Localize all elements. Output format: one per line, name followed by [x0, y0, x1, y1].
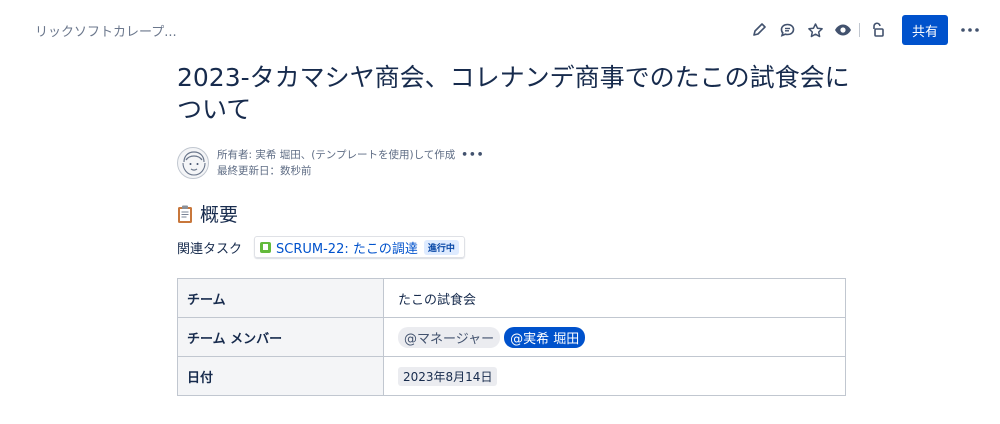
- mention-manager[interactable]: @マネージャー: [398, 326, 501, 348]
- breadcrumb[interactable]: リックソフトカレープ...: [35, 21, 177, 40]
- byline-more-icon[interactable]: •••: [461, 147, 484, 163]
- table-value-cell: 2023年8月14日: [383, 356, 846, 396]
- info-table: チーム たこの試食会 チーム メンバー @マネージャー @実希 堀田 日付 202…: [177, 278, 846, 396]
- share-button[interactable]: 共有: [902, 15, 948, 45]
- table-header-cell: チーム: [177, 278, 384, 318]
- related-task-label: 関連タスク: [177, 241, 243, 257]
- page-byline: 所有者: 実希 堀田、(テンプレートを使用)して作成 ••• 最終更新日：数秒前: [177, 147, 484, 179]
- page-toolbar: 共有: [745, 15, 982, 45]
- last-updated: 最終更新日：数秒前: [217, 165, 312, 177]
- table-value-cell: たこの試食会: [383, 278, 846, 318]
- mention-self[interactable]: @実希 堀田: [504, 326, 586, 348]
- avatar[interactable]: [177, 147, 209, 179]
- restrictions-icon[interactable]: [864, 16, 892, 44]
- table-header-cell: チーム メンバー: [177, 317, 384, 357]
- related-task: 関連タスク SCRUM-22: たこの調達 進行中: [177, 236, 465, 258]
- edit-icon[interactable]: [745, 16, 773, 44]
- table-value-cell: @マネージャー @実希 堀田: [383, 317, 846, 357]
- comment-icon[interactable]: [773, 16, 801, 44]
- watch-icon[interactable]: [829, 16, 857, 44]
- more-icon[interactable]: [958, 16, 982, 44]
- star-icon[interactable]: [801, 16, 829, 44]
- table-row: 日付 2023年8月14日: [177, 356, 846, 396]
- table-row: チーム たこの試食会: [177, 278, 846, 318]
- overview-heading: 概要: [177, 200, 238, 227]
- status-badge: 進行中: [423, 239, 459, 255]
- jira-issue-link[interactable]: SCRUM-22: たこの調達 進行中: [254, 236, 465, 258]
- clipboard-icon: [177, 204, 193, 224]
- page-title: 2023-タカマシヤ商会、コレナンデ商事でのたこの試食会について: [177, 63, 850, 124]
- byline-owner[interactable]: 所有者: 実希 堀田、(テンプレートを使用)して作成: [217, 147, 455, 163]
- jira-issue-text: SCRUM-22: たこの調達: [276, 241, 418, 257]
- toolbar-divider: [859, 23, 860, 37]
- story-icon: [260, 241, 272, 253]
- table-row: チーム メンバー @マネージャー @実希 堀田: [177, 317, 846, 357]
- table-header-cell: 日付: [177, 356, 384, 396]
- date-chip[interactable]: 2023年8月14日: [398, 366, 498, 386]
- section-title: 概要: [200, 204, 239, 226]
